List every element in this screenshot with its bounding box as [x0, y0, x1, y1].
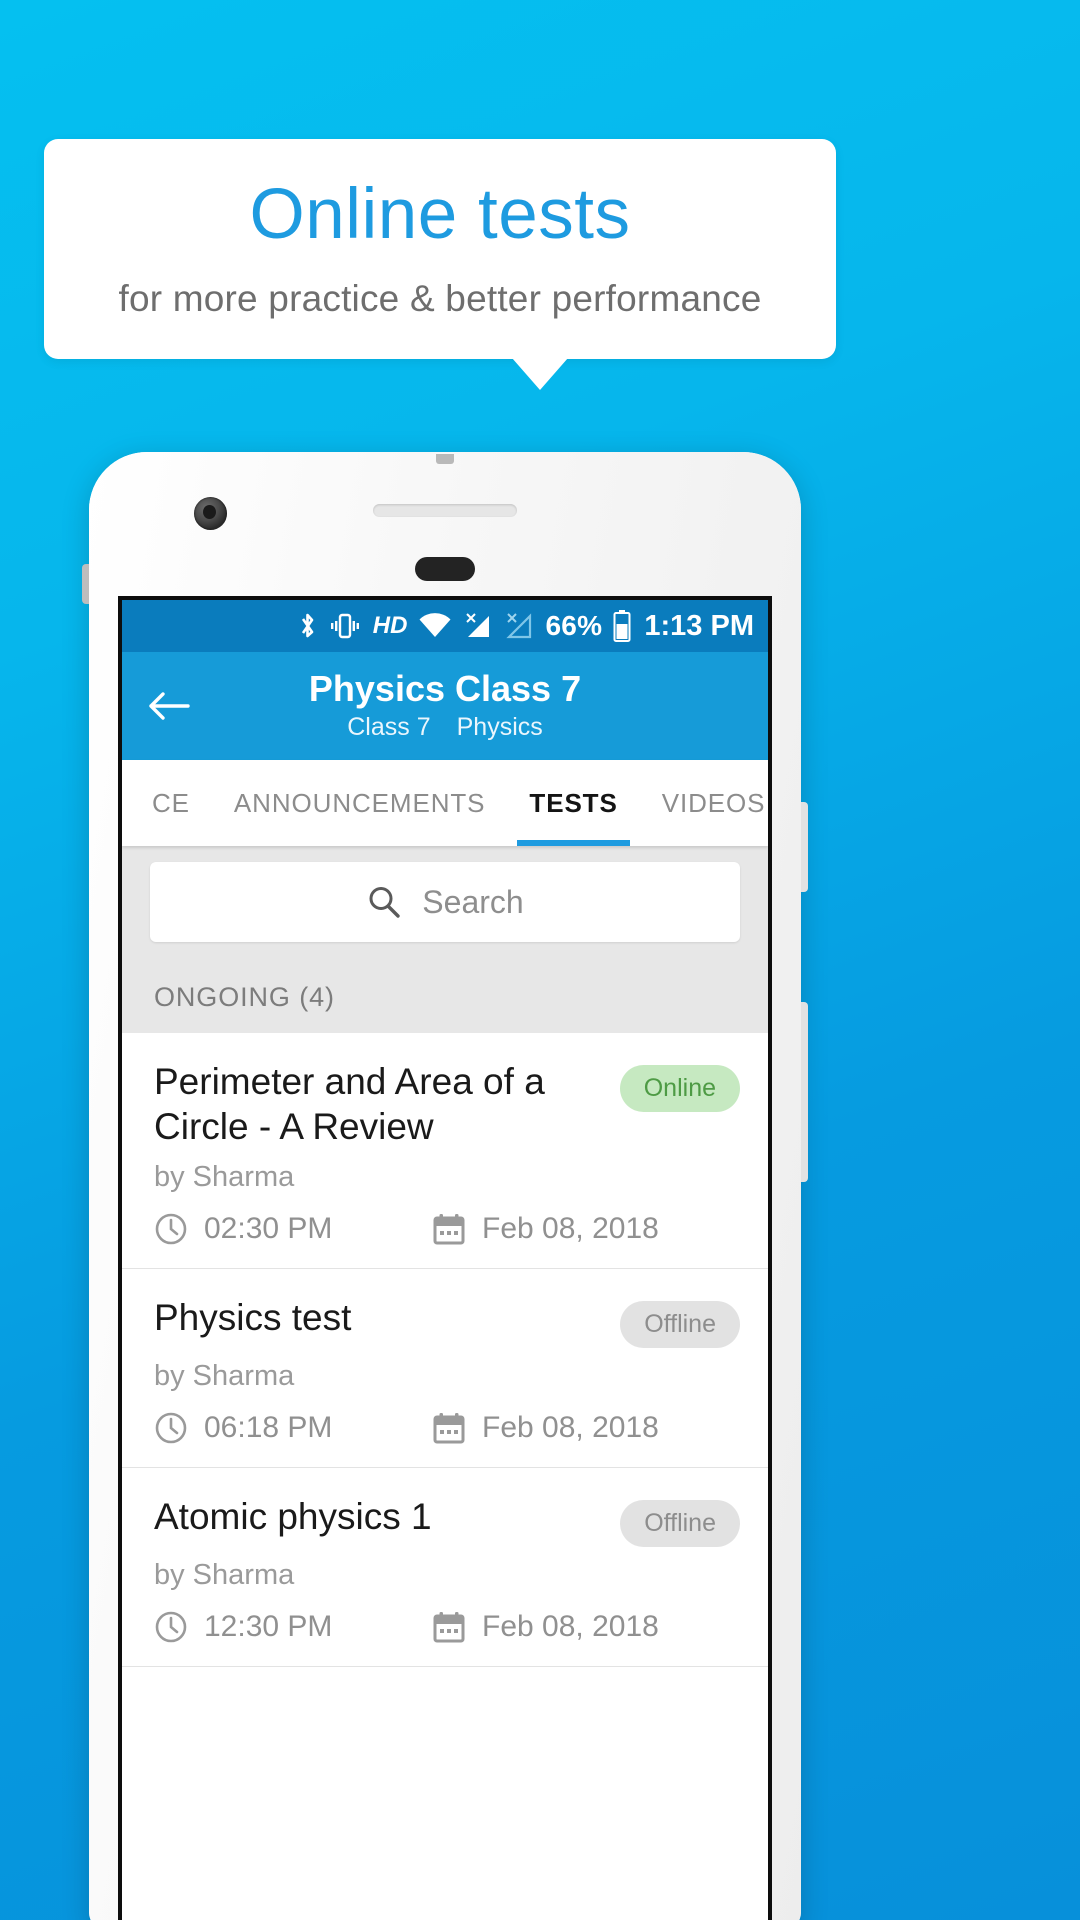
hd-icon: HD	[372, 612, 408, 639]
tab-announcements[interactable]: ANNOUNCEMENTS	[212, 760, 508, 846]
test-meta: 02:30 PM Feb 08, 2018	[154, 1212, 740, 1246]
test-date-label: Feb 08, 2018	[482, 1411, 659, 1445]
signal-no-sim-1-icon	[463, 612, 493, 640]
volume-button[interactable]	[801, 1002, 808, 1182]
tests-list: Perimeter and Area of a Circle - A Revie…	[122, 1033, 768, 1668]
promo-title: Online tests	[249, 174, 631, 254]
calendar-icon	[432, 1411, 466, 1445]
search-input[interactable]: Search	[150, 862, 740, 942]
test-author: by Sharma	[154, 1161, 295, 1194]
back-arrow-icon[interactable]	[146, 683, 192, 729]
search-area: Search	[122, 846, 768, 960]
signal-no-sim-2-icon	[504, 612, 534, 640]
status-badge: Online	[619, 1065, 740, 1112]
promo-screenshot-stage: Online tests for more practice & better …	[0, 0, 1080, 1920]
table-row[interactable]: Perimeter and Area of a Circle - A Revie…	[122, 1033, 768, 1270]
clock-icon	[154, 1411, 188, 1445]
test-author: by Sharma	[154, 1360, 295, 1393]
status-bar: HD 66% 1:13 PM	[122, 600, 768, 652]
vibrate-icon	[328, 612, 362, 640]
promo-subtitle: for more practice & better performance	[118, 277, 762, 319]
phone-device-frame: HD 66% 1:13 PM Physics Class 7 Class 7 P…	[82, 452, 808, 1920]
test-time: 12:30 PM	[154, 1610, 432, 1644]
battery-icon	[613, 610, 631, 642]
app-bar: Physics Class 7 Class 7 Physics	[122, 652, 768, 760]
test-title: Perimeter and Area of a Circle - A Revie…	[154, 1061, 545, 1148]
promo-callout-tail	[512, 358, 568, 390]
search-placeholder: Search	[422, 883, 524, 920]
test-title: Physics test	[154, 1297, 352, 1339]
front-camera-icon	[194, 497, 227, 530]
row-header: Atomic physics 1 Offline	[154, 1494, 740, 1548]
section-header-ongoing: ONGOING (4)	[122, 960, 768, 1033]
power-button[interactable]	[801, 802, 808, 892]
tab-bar: CE ANNOUNCEMENTS TESTS VIDEOS	[122, 760, 768, 846]
test-meta: 12:30 PM Feb 08, 2018	[154, 1610, 740, 1644]
tab-videos[interactable]: VIDEOS	[640, 760, 768, 846]
phone-screen: HD 66% 1:13 PM Physics Class 7 Class 7 P…	[118, 596, 772, 1920]
table-row[interactable]: Physics test Offline by Sharma 06:18 PM …	[122, 1269, 768, 1469]
battery-percent-label: 66%	[545, 610, 603, 641]
row-header: Physics test Offline	[154, 1295, 740, 1349]
status-badge: Offline	[620, 1500, 740, 1548]
breadcrumb-class: Class 7	[347, 713, 431, 742]
search-icon	[366, 884, 402, 920]
promo-callout: Online tests for more practice & better …	[44, 139, 836, 359]
test-time-label: 06:18 PM	[204, 1411, 333, 1445]
test-date: Feb 08, 2018	[432, 1212, 659, 1246]
clock-icon	[154, 1212, 188, 1246]
tab-ce[interactable]: CE	[122, 760, 212, 846]
status-badge: Offline	[620, 1301, 740, 1349]
breadcrumb-subject: Physics	[456, 713, 543, 742]
breadcrumb: Class 7 Physics	[347, 713, 543, 742]
test-time-label: 12:30 PM	[204, 1610, 333, 1644]
page-title: Physics Class 7	[308, 667, 582, 709]
side-tray	[82, 564, 89, 604]
row-header: Perimeter and Area of a Circle - A Revie…	[154, 1059, 740, 1149]
calendar-icon	[432, 1212, 466, 1246]
test-author: by Sharma	[154, 1559, 295, 1592]
test-time-label: 02:30 PM	[204, 1212, 333, 1246]
test-date-label: Feb 08, 2018	[482, 1610, 659, 1644]
test-date: Feb 08, 2018	[432, 1610, 659, 1644]
bluetooth-icon	[298, 611, 317, 641]
tests-panel: Search ONGOING (4) Perimeter and Area of…	[122, 846, 768, 1668]
wifi-icon	[418, 613, 452, 639]
phone-antenna-nub	[436, 454, 454, 464]
test-meta: 06:18 PM Feb 08, 2018	[154, 1411, 740, 1445]
earpiece-speaker	[373, 504, 517, 517]
clock-label: 1:13 PM	[644, 609, 754, 642]
calendar-icon	[432, 1610, 466, 1644]
test-time: 06:18 PM	[154, 1411, 432, 1445]
test-date: Feb 08, 2018	[432, 1411, 659, 1445]
test-time: 02:30 PM	[154, 1212, 432, 1246]
table-row[interactable]: Atomic physics 1 Offline by Sharma 12:30…	[122, 1468, 768, 1668]
test-title: Atomic physics 1	[154, 1496, 432, 1538]
tab-tests[interactable]: TESTS	[507, 760, 639, 846]
sensor-bar	[415, 557, 475, 581]
test-date-label: Feb 08, 2018	[482, 1212, 659, 1246]
clock-icon	[154, 1610, 188, 1644]
